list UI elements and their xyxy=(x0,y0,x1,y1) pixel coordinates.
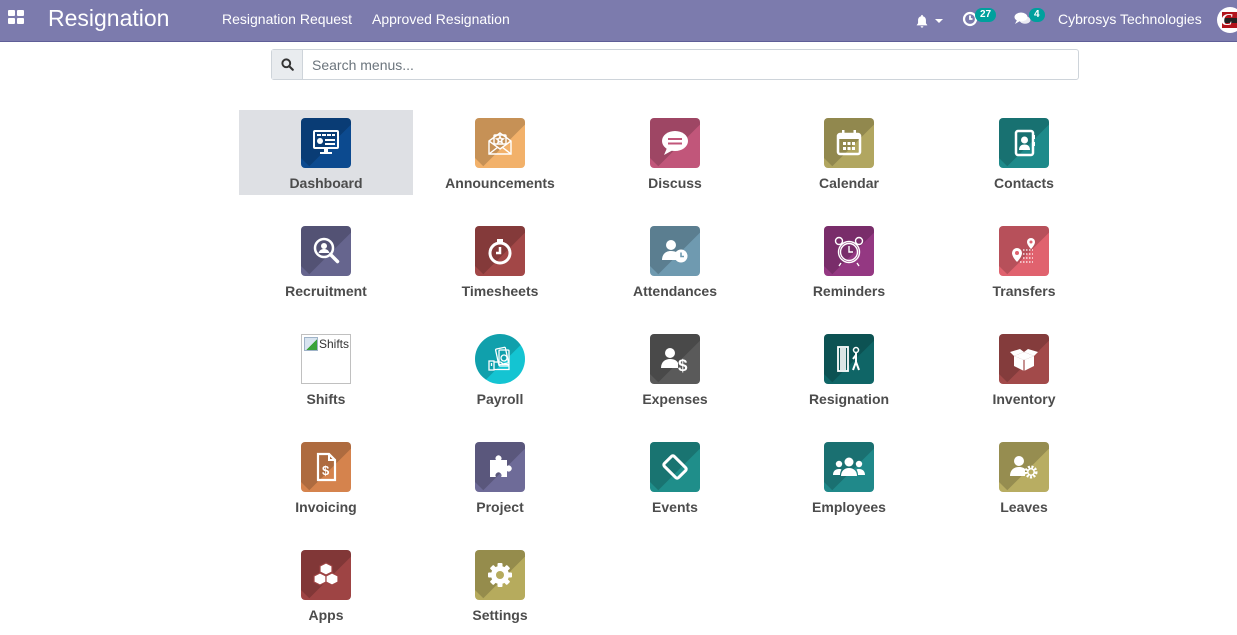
app-label: Expenses xyxy=(642,391,708,407)
app-brand-title[interactable]: Resignation xyxy=(48,5,169,32)
app-label: Apps xyxy=(308,607,344,623)
app-label: Events xyxy=(652,499,698,515)
top-menu: Resignation Request Approved Resignation xyxy=(222,11,510,27)
broken-image-icon: Shifts xyxy=(301,334,351,384)
menu-search-bar xyxy=(271,49,1079,80)
user-gear-icon xyxy=(999,442,1049,492)
map-pin-route-icon xyxy=(999,226,1049,276)
app-tile-employees[interactable]: Employees xyxy=(762,434,936,519)
broken-image-alt: Shifts xyxy=(319,337,350,351)
app-label: Employees xyxy=(812,499,886,515)
app-tile-dashboard[interactable]: Dashboard xyxy=(239,110,413,195)
app-label: Attendances xyxy=(632,283,718,299)
messages-button[interactable]: 4 xyxy=(1014,8,1045,27)
chevron-down-icon xyxy=(935,19,943,23)
app-tile-attendances[interactable]: Attendances xyxy=(588,218,762,303)
app-tile-timesheets[interactable]: Timesheets xyxy=(413,218,587,303)
menu-approved-resignation[interactable]: Approved Resignation xyxy=(372,11,510,27)
svg-text:$: $ xyxy=(678,356,688,374)
alarm-clock-icon xyxy=(824,226,874,276)
app-tile-calendar[interactable]: Calendar xyxy=(762,110,936,195)
user-avatar[interactable]: C xyxy=(1217,7,1237,33)
app-tile-project[interactable]: Project xyxy=(413,434,587,519)
monitor-dashboard-icon xyxy=(301,118,351,168)
company-switcher[interactable]: Cybrosys Technologies xyxy=(1058,11,1202,27)
app-tile-expenses[interactable]: $ Expenses xyxy=(588,326,762,411)
user-clock-icon xyxy=(650,226,700,276)
app-label: Contacts xyxy=(994,175,1054,191)
app-label: Dashboard xyxy=(289,175,363,191)
stopwatch-icon xyxy=(475,226,525,276)
app-tile-transfers[interactable]: Transfers xyxy=(937,218,1111,303)
puzzle-icon xyxy=(475,442,525,492)
app-label: Timesheets xyxy=(461,283,539,299)
app-label: Discuss xyxy=(648,175,702,191)
invoice-dollar-icon: $ xyxy=(301,442,351,492)
app-tile-payroll[interactable]: Payroll xyxy=(413,326,587,411)
user-dollar-icon: $ xyxy=(650,334,700,384)
app-label: Transfers xyxy=(992,283,1056,299)
grid-icon[interactable] xyxy=(8,10,24,26)
activity-count-badge: 27 xyxy=(975,8,997,22)
app-label: Resignation xyxy=(808,391,890,407)
app-tile-apps[interactable]: Apps xyxy=(239,542,413,627)
messages-count-badge: 4 xyxy=(1029,8,1045,22)
app-tile-resignation[interactable]: Resignation xyxy=(762,326,936,411)
open-box-icon xyxy=(999,334,1049,384)
app-label: Settings xyxy=(472,607,528,623)
app-tile-leaves[interactable]: Leaves xyxy=(937,434,1111,519)
app-tile-recruitment[interactable]: Recruitment xyxy=(239,218,413,303)
app-label: Project xyxy=(476,499,524,515)
app-label: Inventory xyxy=(992,391,1056,407)
app-tile-discuss[interactable]: Discuss xyxy=(588,110,762,195)
search-addon[interactable] xyxy=(272,50,303,79)
bell-icon xyxy=(916,14,928,28)
notifications-dropdown[interactable] xyxy=(915,11,947,31)
app-label: Calendar xyxy=(819,175,879,191)
chat-bubble-icon xyxy=(650,118,700,168)
activity-button[interactable]: 27 xyxy=(962,8,997,27)
hand-money-icon xyxy=(475,334,525,384)
person-door-icon xyxy=(824,334,874,384)
gear-icon xyxy=(475,550,525,600)
app-tile-settings[interactable]: Settings xyxy=(413,542,587,627)
users-group-icon xyxy=(824,442,874,492)
svg-text:$: $ xyxy=(322,463,330,478)
magnifier-person-icon xyxy=(301,226,351,276)
menu-resignation-request[interactable]: Resignation Request xyxy=(222,11,352,27)
ticket-icon xyxy=(650,442,700,492)
app-label: Payroll xyxy=(476,391,524,407)
app-label: Announcements xyxy=(445,175,555,191)
search-input[interactable] xyxy=(303,50,1078,79)
calendar-icon xyxy=(824,118,874,168)
app-label: Leaves xyxy=(1000,499,1048,515)
app-label: Shifts xyxy=(306,391,346,407)
avatar-letter: C xyxy=(1221,10,1233,29)
app-tile-inventory[interactable]: Inventory xyxy=(937,326,1111,411)
app-tile-invoicing[interactable]: $ Invoicing xyxy=(239,434,413,519)
app-tile-reminders[interactable]: Reminders xyxy=(762,218,936,303)
envelope-star-icon xyxy=(475,118,525,168)
search-icon xyxy=(280,58,294,71)
app-label: Reminders xyxy=(812,283,886,299)
app-tile-contacts[interactable]: Contacts xyxy=(937,110,1111,195)
app-tile-events[interactable]: Events xyxy=(588,434,762,519)
app-label: Recruitment xyxy=(285,283,367,299)
app-tile-announcements[interactable]: Announcements xyxy=(413,110,587,195)
top-navbar: Resignation Resignation Request Approved… xyxy=(0,0,1237,42)
address-book-icon xyxy=(999,118,1049,168)
app-tile-shifts[interactable]: Shifts Shifts xyxy=(239,326,413,411)
cubes-icon xyxy=(301,550,351,600)
app-label: Invoicing xyxy=(295,499,357,515)
